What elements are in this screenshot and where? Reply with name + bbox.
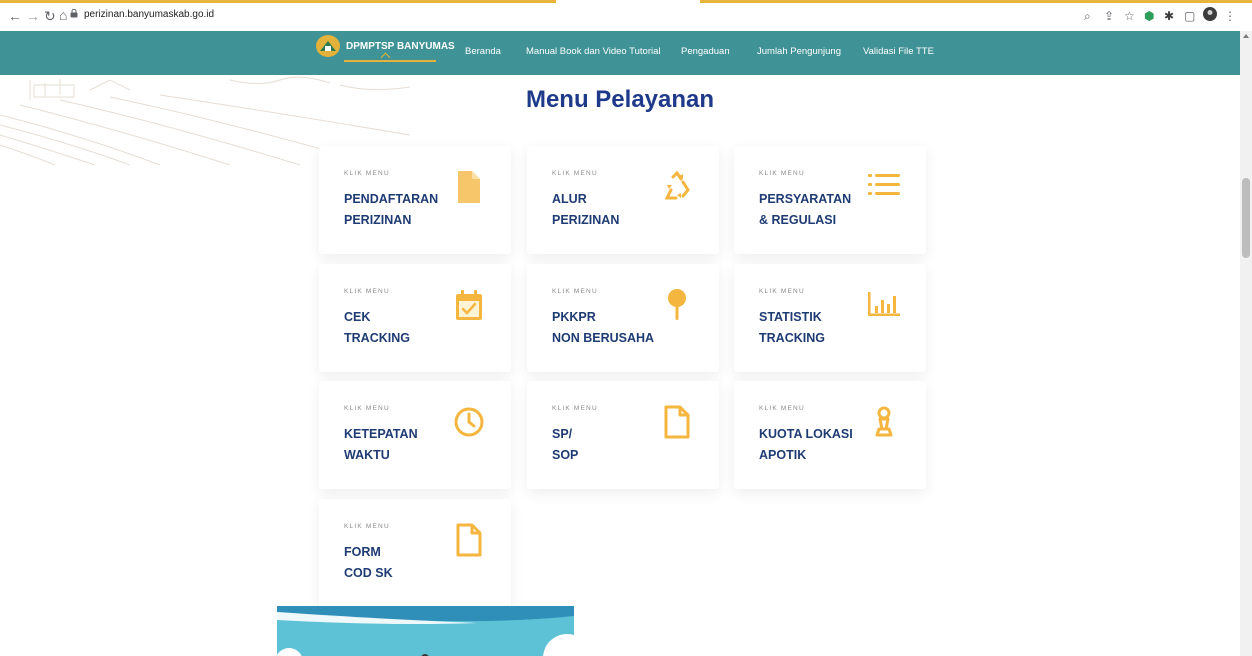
file-icon (458, 171, 480, 203)
card-ketepatan-waktu[interactable]: KLIK MENU KETEPATAN WAKTU (319, 381, 511, 489)
card-title: ALUR PERIZINAN (552, 192, 620, 227)
bottom-banner-illustration (277, 606, 574, 656)
card-form-cod-sk[interactable]: KLIK MENU FORM COD SK (319, 499, 511, 607)
calendar-check-icon (456, 290, 482, 320)
list-icon (868, 174, 900, 195)
card-title: STATISTIK TRACKING (759, 310, 825, 345)
card-kicker: KLIK MENU (552, 170, 598, 177)
scroll-thumb[interactable] (1242, 178, 1250, 258)
side-panel-icon[interactable]: ▢ (1184, 9, 1195, 23)
card-title: SP/SOP (552, 427, 579, 462)
card-kicker: KLIK MENU (759, 288, 805, 295)
site-header: DPMPTSP BANYUMAS Beranda Manual Book dan… (0, 31, 1240, 75)
recycle-icon (664, 170, 690, 200)
nav-manual-book[interactable]: Manual Book dan Video Tutorial (526, 46, 661, 57)
card-title: FORM COD SK (344, 545, 393, 580)
pin-icon (668, 289, 686, 320)
card-cek-tracking[interactable]: KLIK MENU CEK TRACKING (319, 264, 511, 372)
document-outline-icon (664, 405, 690, 439)
card-title: KETEPATAN WAKTU (344, 427, 418, 462)
nav-jumlah-pengunjung[interactable]: Jumlah Pengunjung (757, 46, 841, 57)
card-kicker: KLIK MENU (552, 405, 598, 412)
address-bar[interactable]: perizinan.banyumaskab.go.id (84, 9, 214, 20)
card-title: PKKPR NON BERUSAHA (552, 310, 655, 345)
card-kicker: KLIK MENU (344, 523, 390, 530)
shield-extension-icon[interactable]: ⬢ (1144, 9, 1154, 23)
page-title: Menu Pelayanan (525, 86, 715, 113)
share-icon[interactable]: ⇪ (1104, 9, 1114, 23)
card-alur-perizinan[interactable]: KLIK MENU ALUR PERIZINAN (527, 146, 719, 254)
tab-strip-accent (700, 0, 1252, 3)
card-title: KUOTA LOKASI APOTIK (759, 427, 853, 462)
lock-icon (70, 9, 78, 18)
bookmark-star-icon[interactable]: ☆ (1124, 9, 1135, 23)
card-title: PERSYARATAN & REGULASI (759, 192, 852, 227)
card-sp-sop[interactable]: KLIK MENU SP/SOP (527, 381, 719, 489)
zoom-icon[interactable]: ⌕ (1084, 9, 1091, 23)
card-kicker: KLIK MENU (552, 288, 598, 295)
card-kicker: KLIK MENU (344, 288, 390, 295)
card-kicker: KLIK MENU (344, 405, 390, 412)
card-persyaratan-regulasi[interactable]: KLIK MENU PERSYARATAN & REGULASI (734, 146, 926, 254)
scroll-up-arrow-icon[interactable] (1243, 34, 1249, 38)
nav-beranda[interactable]: Beranda (465, 46, 501, 57)
card-kicker: KLIK MENU (759, 170, 805, 177)
nav-pengaduan[interactable]: Pengaduan (681, 46, 730, 57)
chess-pawn-icon (875, 406, 893, 437)
card-statistik-tracking[interactable]: KLIK MENU STATISTIK TRACKING (734, 264, 926, 372)
clock-icon (454, 407, 484, 437)
card-kicker: KLIK MENU (759, 405, 805, 412)
page-scrollbar[interactable] (1240, 31, 1252, 656)
emblem-icon (316, 35, 340, 57)
nav-validasi-file-tte[interactable]: Validasi File TTE (863, 46, 934, 57)
logo-text: DPMPTSP BANYUMAS (346, 40, 455, 52)
reload-icon[interactable]: ↻ (44, 8, 56, 24)
card-title: PENDAFTARAN PERIZINAN (344, 192, 439, 227)
card-title: CEK TRACKING (344, 310, 410, 345)
card-pkkpr-non-berusaha[interactable]: KLIK MENU PKKPR NON BERUSAHA (527, 264, 719, 372)
document-outline-icon (456, 523, 482, 557)
card-pendaftaran-perizinan[interactable]: KLIK MENU PENDAFTARAN PERIZINAN (319, 146, 511, 254)
bar-chart-icon (868, 292, 900, 316)
active-underline (344, 60, 436, 62)
browser-menu-icon[interactable]: ⋮ (1224, 9, 1236, 23)
browser-toolbar: ← → ↻ ⌂ perizinan.banyumaskab.go.id ⌕ ⇪ … (0, 0, 1252, 32)
home-icon[interactable]: ⌂ (59, 7, 67, 23)
back-arrow-icon[interactable]: ← (8, 8, 22, 24)
card-kicker: KLIK MENU (344, 170, 390, 177)
card-kuota-lokasi-apotik[interactable]: KLIK MENU KUOTA LOKASI APOTIK (734, 381, 926, 489)
forward-arrow-icon[interactable]: → (26, 8, 40, 24)
tab-strip-accent (0, 0, 556, 3)
profile-avatar-icon[interactable] (1203, 7, 1217, 24)
extensions-puzzle-icon[interactable]: ✱ (1164, 9, 1174, 23)
